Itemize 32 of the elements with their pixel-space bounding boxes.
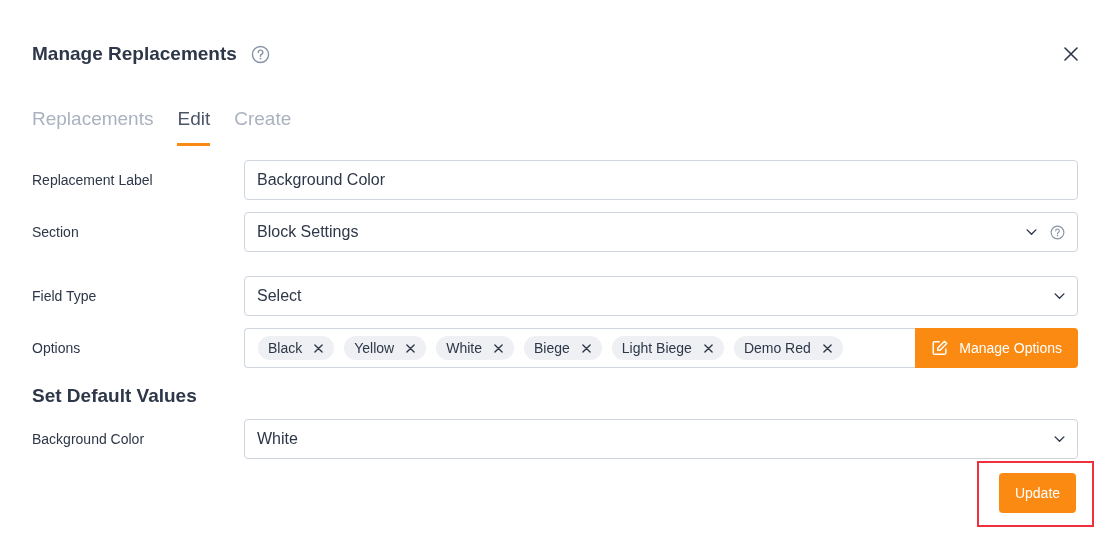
- tag-label: Black: [268, 340, 303, 356]
- text-field[interactable]: Background Color: [244, 160, 1078, 200]
- tag-label: Demo Red: [743, 340, 811, 356]
- select-field[interactable]: Block Settings: [244, 212, 1078, 252]
- close-icon[interactable]: [1064, 47, 1078, 61]
- tag-label: Biege: [534, 340, 570, 356]
- select-field[interactable]: White: [244, 419, 1078, 459]
- remove-icon[interactable]: [494, 343, 503, 353]
- select-field[interactable]: Select: [244, 276, 1078, 316]
- chevron-down-icon: [1054, 435, 1065, 443]
- tags-field[interactable]: Black Yellow White Biege Light Biege Demo Red: [244, 328, 916, 368]
- edit-icon: [931, 339, 950, 357]
- tag-label: Yellow: [354, 340, 395, 356]
- section-heading: Set Default Values: [32, 385, 198, 407]
- field-label: Replacement Label: [32, 172, 154, 188]
- tag-label: Light Biege: [621, 340, 692, 356]
- chevron-down-icon: [1054, 292, 1065, 300]
- remove-icon[interactable]: [314, 343, 324, 353]
- help-icon[interactable]: [250, 44, 270, 64]
- tag-label: White: [446, 340, 482, 356]
- tab[interactable]: Edit: [177, 104, 211, 146]
- chevron-down-icon: [1026, 228, 1037, 236]
- field-label: Field Type: [32, 288, 98, 304]
- dialog-title: Manage Replacements: [32, 43, 237, 65]
- remove-icon[interactable]: [581, 343, 591, 353]
- field-label: Background Color: [32, 431, 146, 447]
- field-label: Options: [32, 340, 82, 356]
- help-icon[interactable]: [1050, 224, 1065, 240]
- remove-icon[interactable]: [822, 343, 832, 353]
- remove-icon[interactable]: [406, 343, 416, 353]
- field-label: Section: [32, 224, 80, 240]
- remove-icon[interactable]: [703, 343, 713, 353]
